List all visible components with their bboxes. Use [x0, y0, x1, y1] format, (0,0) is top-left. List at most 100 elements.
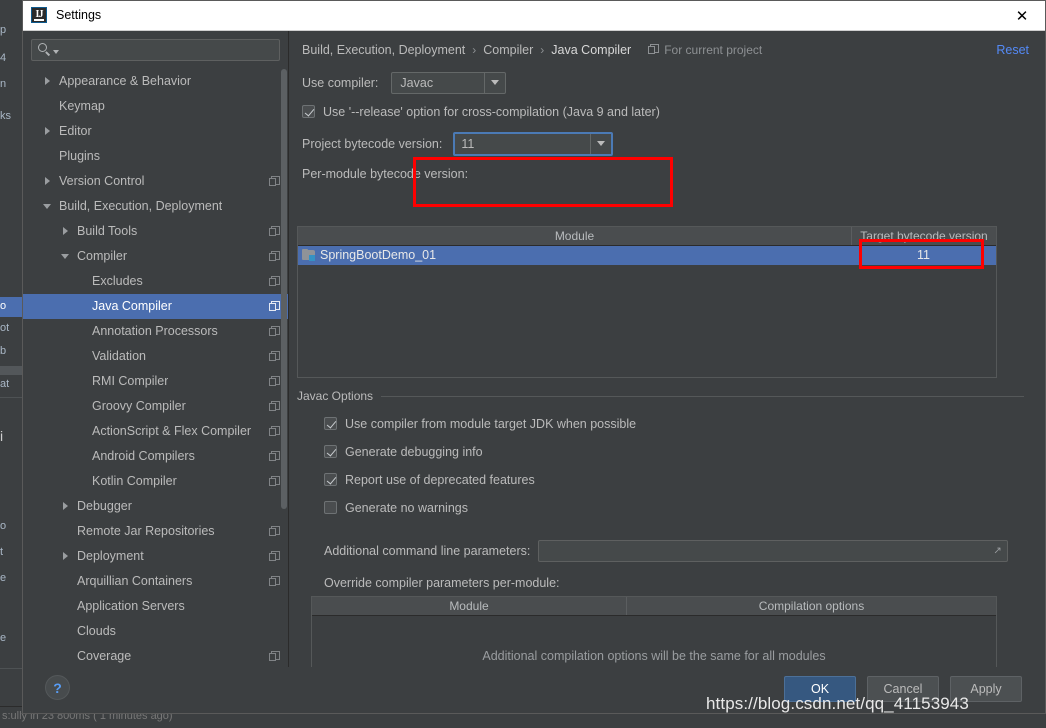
sidebar-item-build-execution-deployment[interactable]: Build, Execution, Deployment: [23, 194, 288, 219]
sidebar-item-label: Editor: [59, 124, 92, 139]
intellij-idea-icon: IJ: [31, 7, 47, 24]
table-row[interactable]: SpringBootDemo_01 11: [298, 245, 996, 265]
chevron-right-icon[interactable]: [41, 175, 54, 188]
column-header-target-bytecode-version[interactable]: Target bytecode version: [851, 226, 996, 245]
sidebar-item-version-control[interactable]: Version Control: [23, 169, 288, 194]
project-scope-icon: [269, 275, 280, 287]
additional-params-input[interactable]: ↗: [538, 539, 1009, 562]
column-header-compilation-options[interactable]: Compilation options: [626, 596, 996, 615]
chevron-down-icon[interactable]: [41, 200, 54, 213]
sidebar-item-compiler[interactable]: Compiler: [23, 244, 288, 269]
sidebar-item-label: Build, Execution, Deployment: [59, 199, 223, 214]
bg-fragment: e: [0, 572, 7, 584]
sidebar-item-android-compilers[interactable]: Android Compilers: [23, 444, 288, 469]
close-icon[interactable]: ✕: [999, 1, 1045, 30]
generate-debugging-info-checkbox[interactable]: [324, 445, 337, 459]
use-compiler-select[interactable]: Javac: [391, 71, 507, 94]
javac-option-row-3[interactable]: Generate no warnings: [311, 501, 468, 515]
sidebar-item-plugins[interactable]: Plugins: [23, 144, 288, 169]
sidebar-item-groovy-compiler[interactable]: Groovy Compiler: [23, 394, 288, 419]
sidebar-item-arquillian-containers[interactable]: Arquillian Containers: [23, 569, 288, 594]
sidebar-item-label: Kotlin Compiler: [92, 474, 177, 489]
project-scope-icon: [269, 650, 280, 662]
sidebar-item-editor[interactable]: Editor: [23, 119, 288, 144]
sidebar-scrollbar[interactable]: [281, 68, 287, 559]
sidebar-item-java-compiler[interactable]: Java Compiler: [23, 293, 288, 319]
sidebar-scrollbar-thumb[interactable]: [281, 68, 287, 509]
settings-sidebar: Appearance & Behavior Keymap Editor Plug…: [23, 30, 289, 668]
chevron-right-icon[interactable]: [41, 75, 54, 88]
column-header-module[interactable]: Module: [312, 597, 626, 615]
module-bytecode-table: Module Target bytecode version SpringBoo…: [297, 225, 997, 378]
chevron-right-icon[interactable]: [59, 225, 72, 238]
sidebar-item-label: Debugger: [77, 499, 132, 514]
bg-fragment: ot: [0, 322, 10, 334]
project-bytecode-value[interactable]: 11: [455, 137, 590, 151]
chevron-down-icon[interactable]: [484, 72, 505, 93]
use-compiler-value: Javac: [400, 75, 434, 90]
breadcrumb-separator: ›: [472, 42, 477, 57]
module-name-text: SpringBootDemo_01: [320, 248, 437, 263]
breadcrumb-item-0[interactable]: Build, Execution, Deployment: [302, 43, 465, 57]
project-bytecode-select[interactable]: 11: [453, 131, 614, 156]
expand-icon[interactable]: ↗: [993, 546, 1002, 556]
chevron-right-icon[interactable]: [59, 550, 72, 563]
report-deprecated-checkbox[interactable]: [324, 473, 337, 487]
sidebar-item-validation[interactable]: Validation: [23, 344, 288, 369]
bg-fragment: o: [0, 520, 7, 532]
generate-no-warnings-checkbox[interactable]: [324, 501, 337, 515]
override-params-table: Module Compilation options Additional co…: [311, 595, 997, 668]
table-header: Module Target bytecode version: [298, 226, 996, 246]
sidebar-item-excludes[interactable]: Excludes: [23, 269, 288, 294]
sidebar-item-annotation-processors[interactable]: Annotation Processors: [23, 319, 288, 344]
search-input[interactable]: [59, 42, 273, 57]
sidebar-item-appearance-behavior[interactable]: Appearance & Behavior: [23, 69, 288, 94]
table-header: Module Compilation options: [312, 596, 996, 616]
search-container: [23, 31, 288, 67]
javac-option-label: Report use of deprecated features: [345, 472, 535, 487]
module-folder-icon: [302, 249, 315, 262]
sidebar-item-application-servers[interactable]: Application Servers: [23, 594, 288, 619]
project-scope-icon: [269, 400, 280, 412]
sidebar-item-rmi-compiler[interactable]: RMI Compiler: [23, 369, 288, 394]
bg-divider: [0, 366, 22, 375]
sidebar-item-keymap[interactable]: Keymap: [23, 94, 288, 119]
sidebar-item-clouds[interactable]: Clouds: [23, 619, 288, 644]
project-scope-icon: [648, 44, 660, 55]
sidebar-item-remote-jar-repositories[interactable]: Remote Jar Repositories: [23, 519, 288, 544]
breadcrumb-item-2: Java Compiler: [551, 42, 632, 57]
breadcrumb-item-1[interactable]: Compiler: [483, 43, 533, 57]
sidebar-item-build-tools[interactable]: Build Tools: [23, 219, 288, 244]
sidebar-item-label: Deployment: [77, 549, 144, 564]
sidebar-item-label: Keymap: [59, 99, 105, 114]
javac-option-row-0[interactable]: Use compiler from module target JDK when…: [311, 417, 636, 431]
sidebar-item-label: Groovy Compiler: [92, 399, 186, 414]
chevron-down-icon[interactable]: [59, 250, 72, 263]
column-header-module[interactable]: Module: [298, 227, 851, 245]
sidebar-item-label: Validation: [92, 349, 146, 364]
sidebar-item-label: Remote Jar Repositories: [77, 524, 215, 539]
project-scope-icon: [269, 325, 280, 337]
sidebar-item-label: Appearance & Behavior: [59, 74, 192, 89]
sidebar-item-coverage[interactable]: Coverage: [23, 644, 288, 667]
sidebar-item-debugger[interactable]: Debugger: [23, 494, 288, 519]
release-option-row[interactable]: Use '--release' option for cross-compila…: [289, 105, 1045, 119]
release-option-checkbox[interactable]: [302, 105, 315, 119]
sidebar-item-actionscript-flex-compiler[interactable]: ActionScript & Flex Compiler: [23, 419, 288, 444]
sidebar-item-kotlin-compiler[interactable]: Kotlin Compiler: [23, 469, 288, 494]
chevron-down-icon[interactable]: [590, 133, 611, 154]
chevron-right-icon[interactable]: [41, 125, 54, 138]
search-box[interactable]: [31, 38, 280, 61]
bg-fragment: e: [0, 632, 7, 644]
help-button[interactable]: ?: [45, 675, 70, 701]
javac-option-row-1[interactable]: Generate debugging info: [311, 445, 483, 459]
chevron-right-icon[interactable]: [59, 500, 72, 513]
cell-target-version[interactable]: 11: [851, 248, 996, 262]
sidebar-item-deployment[interactable]: Deployment: [23, 544, 288, 569]
project-scope-icon: [269, 450, 280, 462]
javac-option-row-2[interactable]: Report use of deprecated features: [311, 473, 535, 487]
group-divider: [381, 395, 1024, 397]
use-module-target-jdk-checkbox[interactable]: [324, 417, 337, 431]
reset-link[interactable]: Reset: [996, 43, 1029, 57]
sidebar-item-label: Annotation Processors: [92, 324, 218, 339]
